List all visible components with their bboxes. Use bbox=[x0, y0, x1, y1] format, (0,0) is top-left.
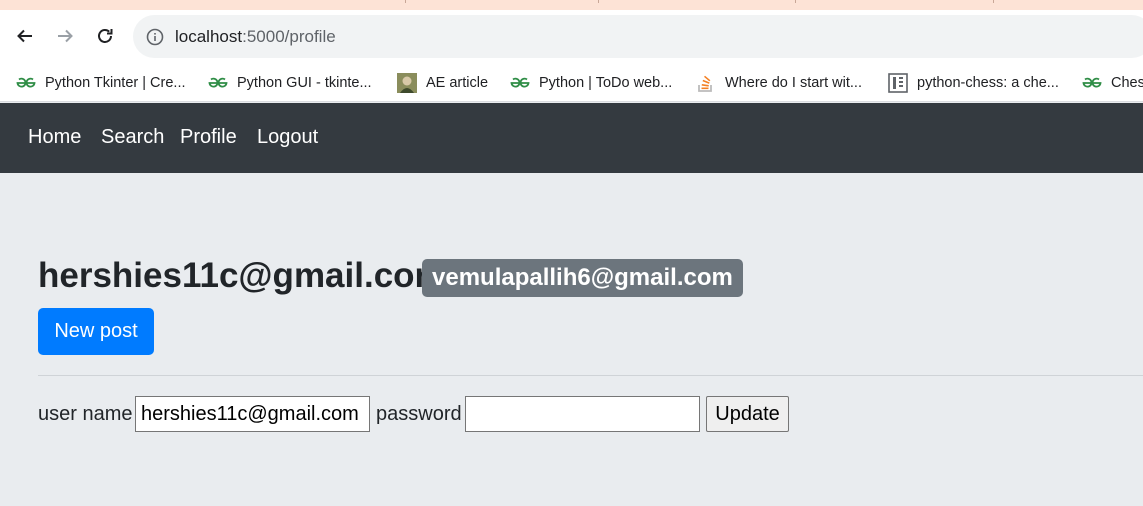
username-input[interactable] bbox=[135, 396, 370, 432]
tab-separator bbox=[405, 0, 406, 3]
update-button[interactable]: Update bbox=[706, 396, 789, 432]
bookmark-item[interactable]: AE article bbox=[397, 69, 488, 97]
divider bbox=[38, 375, 1143, 376]
geeksforgeeks-icon bbox=[510, 73, 530, 93]
nav-profile-link[interactable]: Profile bbox=[180, 126, 237, 149]
tab-separator bbox=[993, 0, 994, 3]
browser-tab-strip bbox=[0, 0, 1143, 10]
reload-icon bbox=[98, 29, 113, 43]
tab-separator bbox=[795, 0, 796, 3]
arrow-right-icon bbox=[58, 29, 73, 43]
address-bar[interactable]: localhost:5000/profile bbox=[133, 15, 1143, 58]
tab-separator bbox=[598, 0, 599, 3]
bookmark-item[interactable]: Where do I start wit... bbox=[696, 69, 862, 97]
bookmark-label: Python GUI - tkinte... bbox=[237, 75, 372, 91]
nav-search-link[interactable]: Search bbox=[101, 126, 164, 149]
forward-button[interactable] bbox=[52, 23, 78, 49]
new-post-button[interactable]: New post bbox=[38, 308, 154, 355]
password-input[interactable] bbox=[465, 396, 700, 432]
bookmark-label: Where do I start wit... bbox=[725, 75, 862, 91]
info-icon[interactable] bbox=[146, 28, 164, 46]
arrow-left-icon bbox=[17, 29, 32, 43]
bookmark-item[interactable]: python-chess: a che... bbox=[888, 69, 1059, 97]
password-label: password bbox=[376, 403, 462, 425]
bookmark-item[interactable]: Python GUI - tkinte... bbox=[208, 69, 372, 97]
stackoverflow-icon bbox=[696, 73, 716, 93]
site-navbar: Home Search Profile Logout bbox=[0, 103, 1143, 173]
geeksforgeeks-icon bbox=[16, 73, 36, 93]
portrait-favicon bbox=[397, 73, 417, 93]
address-text[interactable]: localhost:5000/profile bbox=[175, 27, 336, 47]
browser-toolbar: localhost:5000/profile bbox=[0, 10, 1143, 64]
bookmark-item[interactable]: Python | ToDo web... bbox=[510, 69, 672, 97]
reload-button[interactable] bbox=[92, 23, 118, 49]
url-host: localhost bbox=[175, 26, 243, 46]
docs-icon bbox=[888, 73, 908, 93]
nav-home-link[interactable]: Home bbox=[28, 126, 81, 149]
bookmark-item[interactable]: Ches bbox=[1082, 69, 1143, 97]
nav-logout-link[interactable]: Logout bbox=[257, 126, 318, 149]
bookmark-label: Ches bbox=[1111, 75, 1143, 91]
bookmark-label: Python Tkinter | Cre... bbox=[45, 75, 186, 91]
back-button[interactable] bbox=[12, 23, 38, 49]
bookmark-label: AE article bbox=[426, 75, 489, 91]
geeksforgeeks-icon bbox=[1082, 73, 1102, 93]
bookmark-label: python-chess: a che... bbox=[917, 75, 1059, 91]
url-path: :5000/profile bbox=[242, 26, 336, 46]
bookmarks-bar: Python Tkinter | Cre... Python GUI - tki… bbox=[0, 64, 1143, 102]
bookmark-item[interactable]: Python Tkinter | Cre... bbox=[16, 69, 186, 97]
secondary-email-badge: vemulapallih6@gmail.com bbox=[422, 259, 743, 297]
bookmark-label: Python | ToDo web... bbox=[539, 75, 673, 91]
geeksforgeeks-icon bbox=[208, 73, 228, 93]
profile-email-heading: hershies11c@gmail.com bbox=[38, 256, 446, 295]
username-label: user name bbox=[38, 403, 133, 425]
